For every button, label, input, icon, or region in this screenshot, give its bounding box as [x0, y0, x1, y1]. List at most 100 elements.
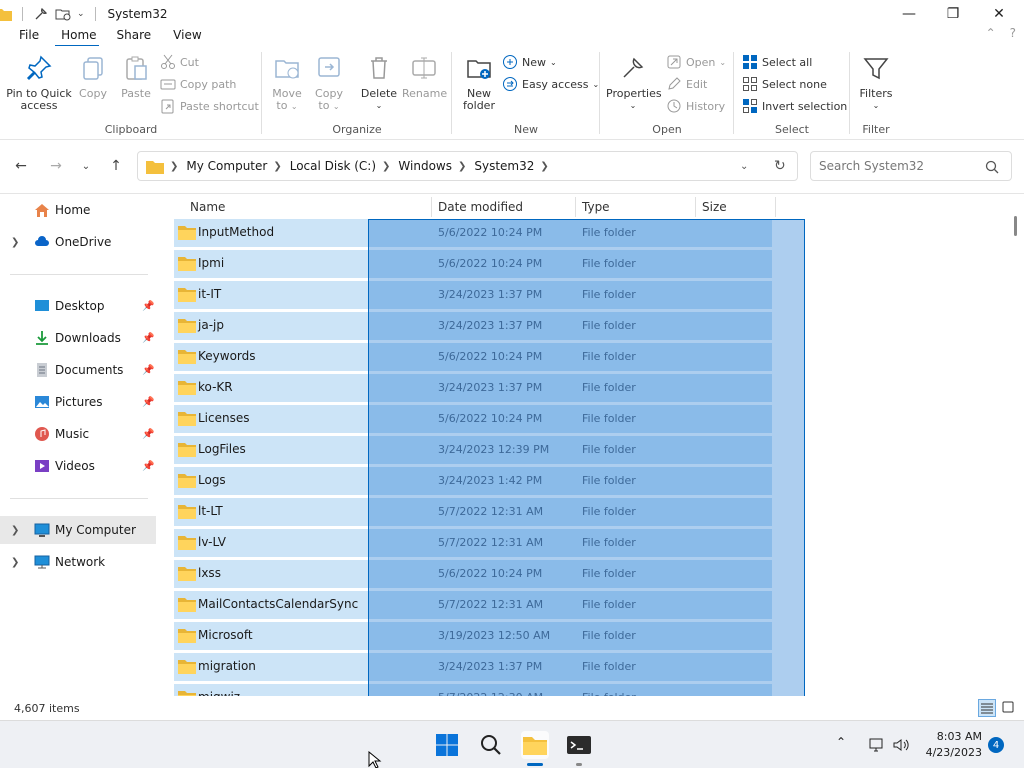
filters-button[interactable]: Filters ⌄	[856, 54, 896, 112]
recent-locations-button[interactable]: ⌄	[76, 156, 96, 176]
nav-item-videos[interactable]: Videos 📌	[0, 452, 156, 480]
nav-item-music[interactable]: Music 📌	[0, 420, 156, 448]
chevron-right-icon[interactable]: ❯	[11, 525, 19, 536]
chevron-right-icon[interactable]: ❯	[273, 161, 281, 172]
pin-icon[interactable]: 📌	[142, 301, 154, 312]
select-none-icon	[743, 77, 757, 91]
paste-shortcut-button[interactable]: Paste shortcut	[160, 96, 259, 116]
pin-icon[interactable]: 📌	[142, 429, 154, 440]
chevron-right-icon[interactable]: ❯	[11, 237, 19, 248]
properties-button[interactable]: Properties ⌄	[606, 54, 662, 112]
move-to-button[interactable]: Move to ⌄	[270, 54, 304, 113]
pin-icon[interactable]: 📌	[142, 461, 154, 472]
up-button[interactable]: ↑	[106, 156, 126, 176]
breadcrumb-system32[interactable]: System32	[474, 159, 534, 173]
maximize-button[interactable]: ❐	[930, 0, 976, 28]
details-view-button[interactable]	[978, 699, 996, 717]
network-status-icon[interactable]	[868, 737, 884, 753]
easy-access-button[interactable]: Easy access ⌄	[502, 74, 599, 94]
history-button[interactable]: History	[666, 96, 725, 116]
nav-item-desktop[interactable]: Desktop 📌	[0, 292, 156, 320]
copy-path-button[interactable]: Copy path	[160, 74, 236, 94]
column-header-type[interactable]: Type	[576, 194, 696, 220]
picture-icon	[35, 396, 49, 408]
minimize-button[interactable]: —	[886, 0, 932, 28]
path-box[interactable]: ❯ My Computer ❯ Local Disk (C:) ❯ Window…	[137, 151, 798, 181]
column-header-size[interactable]: Size	[696, 194, 776, 220]
column-header-date[interactable]: Date modified	[432, 194, 576, 220]
cut-button[interactable]: Cut	[160, 52, 199, 72]
select-none-button[interactable]: Select none	[742, 74, 827, 94]
new-item-button[interactable]: New ⌄	[502, 52, 557, 72]
open-button[interactable]: Open ⌄	[666, 52, 726, 72]
nav-item-my-computer[interactable]: ❯ My Computer	[0, 516, 156, 544]
back-button[interactable]: ←	[11, 156, 31, 176]
computer-icon	[34, 523, 50, 537]
rename-label: Rename	[402, 87, 448, 100]
delete-button[interactable]: Delete ⌄	[360, 54, 398, 112]
search-input[interactable]: Search System32	[810, 151, 1012, 181]
copy-to-button[interactable]: Copy to ⌄	[312, 54, 346, 113]
pin-icon[interactable]: 📌	[142, 333, 154, 344]
cloud-icon	[35, 236, 49, 246]
volume-icon[interactable]	[892, 737, 910, 753]
quick-access-toolbar: ⌄	[0, 6, 100, 22]
selection-marquee	[368, 219, 805, 696]
tab-file[interactable]: File	[0, 26, 57, 46]
show-hidden-icons-button[interactable]: ⌃	[836, 735, 846, 749]
properties-icon[interactable]	[33, 6, 49, 22]
collapse-ribbon-icon[interactable]: ⌃	[986, 26, 996, 40]
column-header-name[interactable]: Name	[184, 194, 432, 220]
large-icons-view-button[interactable]	[1000, 699, 1018, 717]
arrow-up-icon: ↑	[110, 158, 122, 174]
address-history-dropdown[interactable]: ⌄	[740, 161, 748, 172]
forward-button[interactable]: →	[46, 156, 66, 176]
pin-icon[interactable]: 📌	[142, 365, 154, 376]
nav-item-network[interactable]: ❯ Network	[0, 548, 156, 576]
nav-item-downloads[interactable]: Downloads 📌	[0, 324, 156, 352]
new-folder-icon[interactable]	[55, 6, 71, 22]
tab-home[interactable]: Home	[55, 26, 114, 47]
copy-button[interactable]: Copy	[76, 54, 110, 100]
nav-label-desktop: Desktop	[55, 299, 105, 313]
chevron-right-icon[interactable]: ❯	[11, 557, 19, 568]
refresh-icon[interactable]: ↻	[774, 158, 786, 174]
breadcrumb-local-disk[interactable]: Local Disk (C:)	[290, 159, 376, 173]
chevron-right-icon[interactable]: ❯	[458, 161, 466, 172]
nav-item-documents[interactable]: Documents 📌	[0, 356, 156, 384]
filter-group-label: Filter	[862, 123, 890, 136]
folder-icon	[146, 160, 164, 174]
chevron-right-icon[interactable]: ❯	[540, 161, 548, 172]
close-button[interactable]: ✕	[976, 0, 1022, 28]
nav-label-videos: Videos	[55, 459, 95, 473]
nav-item-home[interactable]: Home	[0, 196, 156, 224]
system-clock[interactable]: 8:03 AM 4/23/2023	[918, 729, 982, 761]
file-explorer-taskbar-button[interactable]	[521, 731, 549, 759]
paste-button[interactable]: Paste	[118, 54, 154, 100]
new-folder-button[interactable]: New folder	[460, 54, 498, 112]
help-icon[interactable]: ?	[1010, 26, 1016, 40]
breadcrumb-my-computer[interactable]: My Computer	[186, 159, 267, 173]
chevron-down-icon[interactable]: ⌄	[77, 9, 85, 19]
tab-share[interactable]: Share	[115, 26, 170, 46]
rename-button[interactable]: Rename	[402, 54, 448, 100]
breadcrumb-windows[interactable]: Windows	[398, 159, 452, 173]
select-group: Select all Select none Invert selection …	[734, 46, 850, 140]
start-button[interactable]	[433, 731, 461, 759]
chevron-right-icon[interactable]: ❯	[382, 161, 390, 172]
chevron-right-icon[interactable]: ❯	[170, 161, 178, 172]
pin-icon[interactable]: 📌	[142, 397, 154, 408]
terminal-taskbar-button[interactable]	[565, 731, 593, 759]
tab-view[interactable]: View	[169, 26, 219, 46]
invert-selection-button[interactable]: Invert selection	[742, 96, 847, 116]
select-group-label: Select	[775, 123, 809, 136]
edit-button[interactable]: Edit	[666, 74, 707, 94]
nav-item-onedrive[interactable]: ❯ OneDrive	[0, 228, 156, 256]
nav-item-pictures[interactable]: Pictures 📌	[0, 388, 156, 416]
vertical-scrollbar-thumb[interactable]	[1014, 216, 1017, 236]
search-button[interactable]	[477, 731, 505, 759]
select-all-button[interactable]: Select all	[742, 52, 812, 72]
notification-badge[interactable]: 4	[988, 737, 1004, 753]
pin-quick-access-button[interactable]: Pin to Quick access	[6, 54, 72, 112]
divider	[22, 7, 23, 21]
